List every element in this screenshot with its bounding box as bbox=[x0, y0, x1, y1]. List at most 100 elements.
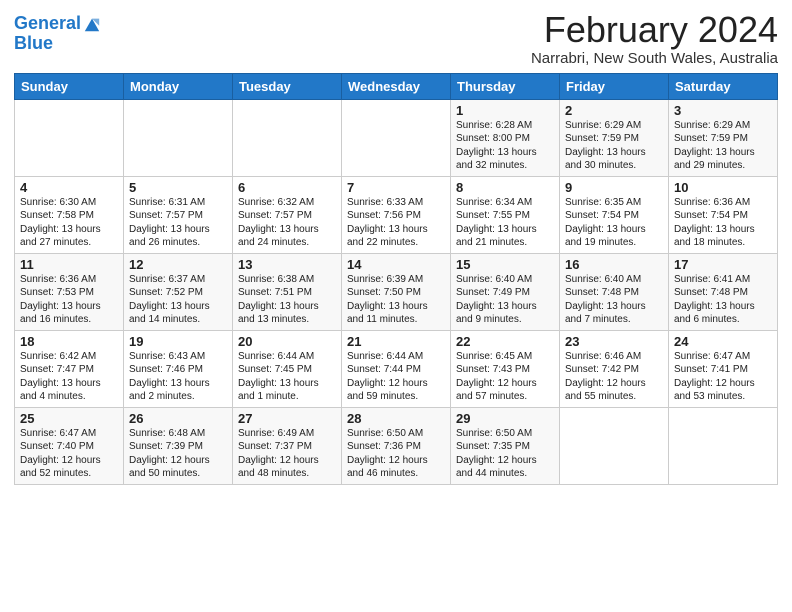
day-info: Sunrise: 6:40 AM Sunset: 7:49 PM Dayligh… bbox=[456, 273, 554, 327]
calendar-cell: 5Sunrise: 6:31 AM Sunset: 7:57 PM Daylig… bbox=[124, 176, 233, 253]
calendar-cell: 15Sunrise: 6:40 AM Sunset: 7:49 PM Dayli… bbox=[451, 253, 560, 330]
day-number: 27 bbox=[238, 411, 336, 426]
day-number: 20 bbox=[238, 334, 336, 349]
day-info: Sunrise: 6:48 AM Sunset: 7:39 PM Dayligh… bbox=[129, 427, 227, 481]
title-block: February 2024 Narrabri, New South Wales,… bbox=[531, 10, 778, 67]
day-number: 21 bbox=[347, 334, 445, 349]
calendar-cell: 18Sunrise: 6:42 AM Sunset: 7:47 PM Dayli… bbox=[15, 330, 124, 407]
calendar-day-header: Thursday bbox=[451, 73, 560, 99]
calendar-cell: 3Sunrise: 6:29 AM Sunset: 7:59 PM Daylig… bbox=[669, 99, 778, 176]
day-number: 2 bbox=[565, 103, 663, 118]
day-number: 17 bbox=[674, 257, 772, 272]
calendar-cell: 21Sunrise: 6:44 AM Sunset: 7:44 PM Dayli… bbox=[342, 330, 451, 407]
day-number: 25 bbox=[20, 411, 118, 426]
day-info: Sunrise: 6:37 AM Sunset: 7:52 PM Dayligh… bbox=[129, 273, 227, 327]
day-info: Sunrise: 6:36 AM Sunset: 7:54 PM Dayligh… bbox=[674, 196, 772, 250]
calendar-cell: 16Sunrise: 6:40 AM Sunset: 7:48 PM Dayli… bbox=[560, 253, 669, 330]
calendar-cell: 20Sunrise: 6:44 AM Sunset: 7:45 PM Dayli… bbox=[233, 330, 342, 407]
day-number: 11 bbox=[20, 257, 118, 272]
day-number: 13 bbox=[238, 257, 336, 272]
day-number: 9 bbox=[565, 180, 663, 195]
calendar-day-header: Monday bbox=[124, 73, 233, 99]
calendar-day-header: Tuesday bbox=[233, 73, 342, 99]
calendar-cell: 1Sunrise: 6:28 AM Sunset: 8:00 PM Daylig… bbox=[451, 99, 560, 176]
day-info: Sunrise: 6:45 AM Sunset: 7:43 PM Dayligh… bbox=[456, 350, 554, 404]
day-number: 28 bbox=[347, 411, 445, 426]
logo-text-general: General bbox=[14, 14, 81, 34]
calendar-cell: 13Sunrise: 6:38 AM Sunset: 7:51 PM Dayli… bbox=[233, 253, 342, 330]
day-info: Sunrise: 6:47 AM Sunset: 7:41 PM Dayligh… bbox=[674, 350, 772, 404]
day-number: 26 bbox=[129, 411, 227, 426]
day-info: Sunrise: 6:47 AM Sunset: 7:40 PM Dayligh… bbox=[20, 427, 118, 481]
calendar-week-row: 11Sunrise: 6:36 AM Sunset: 7:53 PM Dayli… bbox=[15, 253, 778, 330]
calendar-cell bbox=[560, 407, 669, 484]
day-info: Sunrise: 6:49 AM Sunset: 7:37 PM Dayligh… bbox=[238, 427, 336, 481]
calendar-cell: 11Sunrise: 6:36 AM Sunset: 7:53 PM Dayli… bbox=[15, 253, 124, 330]
calendar-cell: 12Sunrise: 6:37 AM Sunset: 7:52 PM Dayli… bbox=[124, 253, 233, 330]
calendar-week-row: 25Sunrise: 6:47 AM Sunset: 7:40 PM Dayli… bbox=[15, 407, 778, 484]
calendar-week-row: 18Sunrise: 6:42 AM Sunset: 7:47 PM Dayli… bbox=[15, 330, 778, 407]
calendar-cell: 25Sunrise: 6:47 AM Sunset: 7:40 PM Dayli… bbox=[15, 407, 124, 484]
calendar-cell: 19Sunrise: 6:43 AM Sunset: 7:46 PM Dayli… bbox=[124, 330, 233, 407]
day-number: 4 bbox=[20, 180, 118, 195]
day-number: 16 bbox=[565, 257, 663, 272]
page: General Blue February 2024 Narrabri, New… bbox=[0, 0, 792, 493]
day-number: 8 bbox=[456, 180, 554, 195]
calendar-table: SundayMondayTuesdayWednesdayThursdayFrid… bbox=[14, 73, 778, 485]
main-title: February 2024 bbox=[531, 10, 778, 50]
day-info: Sunrise: 6:41 AM Sunset: 7:48 PM Dayligh… bbox=[674, 273, 772, 327]
day-info: Sunrise: 6:46 AM Sunset: 7:42 PM Dayligh… bbox=[565, 350, 663, 404]
day-number: 7 bbox=[347, 180, 445, 195]
calendar-week-row: 1Sunrise: 6:28 AM Sunset: 8:00 PM Daylig… bbox=[15, 99, 778, 176]
day-info: Sunrise: 6:43 AM Sunset: 7:46 PM Dayligh… bbox=[129, 350, 227, 404]
day-number: 15 bbox=[456, 257, 554, 272]
calendar-cell bbox=[669, 407, 778, 484]
calendar-cell bbox=[124, 99, 233, 176]
calendar-cell: 14Sunrise: 6:39 AM Sunset: 7:50 PM Dayli… bbox=[342, 253, 451, 330]
day-number: 1 bbox=[456, 103, 554, 118]
logo: General Blue bbox=[14, 14, 101, 54]
day-info: Sunrise: 6:42 AM Sunset: 7:47 PM Dayligh… bbox=[20, 350, 118, 404]
calendar-cell: 2Sunrise: 6:29 AM Sunset: 7:59 PM Daylig… bbox=[560, 99, 669, 176]
calendar-cell bbox=[233, 99, 342, 176]
calendar-cell: 27Sunrise: 6:49 AM Sunset: 7:37 PM Dayli… bbox=[233, 407, 342, 484]
calendar-header-row: SundayMondayTuesdayWednesdayThursdayFrid… bbox=[15, 73, 778, 99]
day-info: Sunrise: 6:28 AM Sunset: 8:00 PM Dayligh… bbox=[456, 119, 554, 173]
day-number: 3 bbox=[674, 103, 772, 118]
day-info: Sunrise: 6:35 AM Sunset: 7:54 PM Dayligh… bbox=[565, 196, 663, 250]
day-info: Sunrise: 6:33 AM Sunset: 7:56 PM Dayligh… bbox=[347, 196, 445, 250]
header: General Blue February 2024 Narrabri, New… bbox=[14, 10, 778, 67]
day-info: Sunrise: 6:30 AM Sunset: 7:58 PM Dayligh… bbox=[20, 196, 118, 250]
calendar-cell: 22Sunrise: 6:45 AM Sunset: 7:43 PM Dayli… bbox=[451, 330, 560, 407]
day-number: 23 bbox=[565, 334, 663, 349]
calendar-cell: 8Sunrise: 6:34 AM Sunset: 7:55 PM Daylig… bbox=[451, 176, 560, 253]
calendar-cell: 24Sunrise: 6:47 AM Sunset: 7:41 PM Dayli… bbox=[669, 330, 778, 407]
subtitle: Narrabri, New South Wales, Australia bbox=[531, 50, 778, 67]
calendar-cell: 26Sunrise: 6:48 AM Sunset: 7:39 PM Dayli… bbox=[124, 407, 233, 484]
calendar-cell: 4Sunrise: 6:30 AM Sunset: 7:58 PM Daylig… bbox=[15, 176, 124, 253]
day-number: 19 bbox=[129, 334, 227, 349]
calendar-day-header: Friday bbox=[560, 73, 669, 99]
day-info: Sunrise: 6:29 AM Sunset: 7:59 PM Dayligh… bbox=[674, 119, 772, 173]
day-info: Sunrise: 6:44 AM Sunset: 7:44 PM Dayligh… bbox=[347, 350, 445, 404]
day-number: 10 bbox=[674, 180, 772, 195]
calendar-cell: 23Sunrise: 6:46 AM Sunset: 7:42 PM Dayli… bbox=[560, 330, 669, 407]
day-number: 5 bbox=[129, 180, 227, 195]
day-info: Sunrise: 6:29 AM Sunset: 7:59 PM Dayligh… bbox=[565, 119, 663, 173]
day-number: 6 bbox=[238, 180, 336, 195]
calendar-day-header: Wednesday bbox=[342, 73, 451, 99]
calendar-cell bbox=[15, 99, 124, 176]
day-info: Sunrise: 6:31 AM Sunset: 7:57 PM Dayligh… bbox=[129, 196, 227, 250]
calendar-cell: 29Sunrise: 6:50 AM Sunset: 7:35 PM Dayli… bbox=[451, 407, 560, 484]
calendar-cell: 17Sunrise: 6:41 AM Sunset: 7:48 PM Dayli… bbox=[669, 253, 778, 330]
calendar-cell: 9Sunrise: 6:35 AM Sunset: 7:54 PM Daylig… bbox=[560, 176, 669, 253]
day-info: Sunrise: 6:44 AM Sunset: 7:45 PM Dayligh… bbox=[238, 350, 336, 404]
day-info: Sunrise: 6:50 AM Sunset: 7:35 PM Dayligh… bbox=[456, 427, 554, 481]
day-number: 24 bbox=[674, 334, 772, 349]
day-info: Sunrise: 6:36 AM Sunset: 7:53 PM Dayligh… bbox=[20, 273, 118, 327]
day-info: Sunrise: 6:34 AM Sunset: 7:55 PM Dayligh… bbox=[456, 196, 554, 250]
day-info: Sunrise: 6:39 AM Sunset: 7:50 PM Dayligh… bbox=[347, 273, 445, 327]
calendar-cell: 6Sunrise: 6:32 AM Sunset: 7:57 PM Daylig… bbox=[233, 176, 342, 253]
calendar-cell bbox=[342, 99, 451, 176]
day-number: 14 bbox=[347, 257, 445, 272]
